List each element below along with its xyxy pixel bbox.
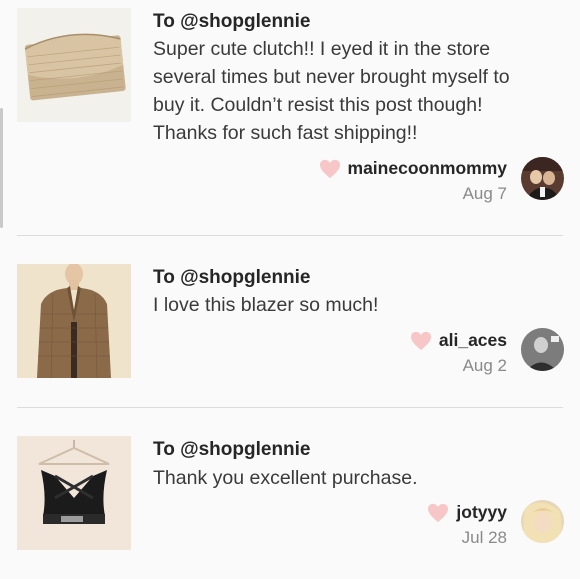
reviewer-username[interactable]: jotyyy <box>456 502 507 523</box>
review-meta: mainecoonmommy Aug 7 <box>319 158 507 204</box>
user-avatar-photo[interactable] <box>521 328 564 371</box>
review-text-line: Thank you excellent purchase. <box>153 467 418 489</box>
review-text-line: several times but never brought myself t… <box>153 66 510 88</box>
heart-icon[interactable] <box>410 331 432 351</box>
recipient-label: To @shopglennie <box>153 439 311 460</box>
review-text-line: buy it. Couldn’t resist this post though… <box>153 94 483 116</box>
review-text: Thank you excellent purchase. <box>153 464 563 492</box>
recipient-label: To @shopglennie <box>153 267 311 288</box>
recipient-label: To @shopglennie <box>153 11 311 32</box>
review-meta: ali_aces Aug 2 <box>410 330 507 376</box>
review-text: Super cute clutch!! I eyed it in the sto… <box>153 35 563 147</box>
scroll-edge-indicator <box>0 108 3 228</box>
user-avatar-photo[interactable] <box>521 500 564 543</box>
user-avatar-photo[interactable] <box>521 157 564 200</box>
review-text-line: Thanks for such fast shipping!! <box>153 122 418 144</box>
reviewer-username[interactable]: mainecoonmommy <box>348 158 507 179</box>
review-meta: jotyyy Jul 28 <box>427 502 507 548</box>
divider <box>17 407 563 408</box>
reviewer-username[interactable]: ali_aces <box>439 330 507 351</box>
heart-icon[interactable] <box>319 159 341 179</box>
blazer-photo[interactable] <box>17 264 131 378</box>
divider <box>17 235 563 236</box>
review-date: Aug 2 <box>462 356 507 375</box>
review-date: Aug 7 <box>462 184 507 203</box>
sports-bra-photo[interactable] <box>17 436 131 550</box>
review-text: I love this blazer so much! <box>153 291 563 319</box>
heart-icon[interactable] <box>427 503 449 523</box>
review-text-line: Super cute clutch!! I eyed it in the sto… <box>153 38 491 60</box>
clutch-photo[interactable] <box>17 8 131 122</box>
review-date: Jul 28 <box>461 528 507 547</box>
review-text-line: I love this blazer so much! <box>153 294 379 316</box>
